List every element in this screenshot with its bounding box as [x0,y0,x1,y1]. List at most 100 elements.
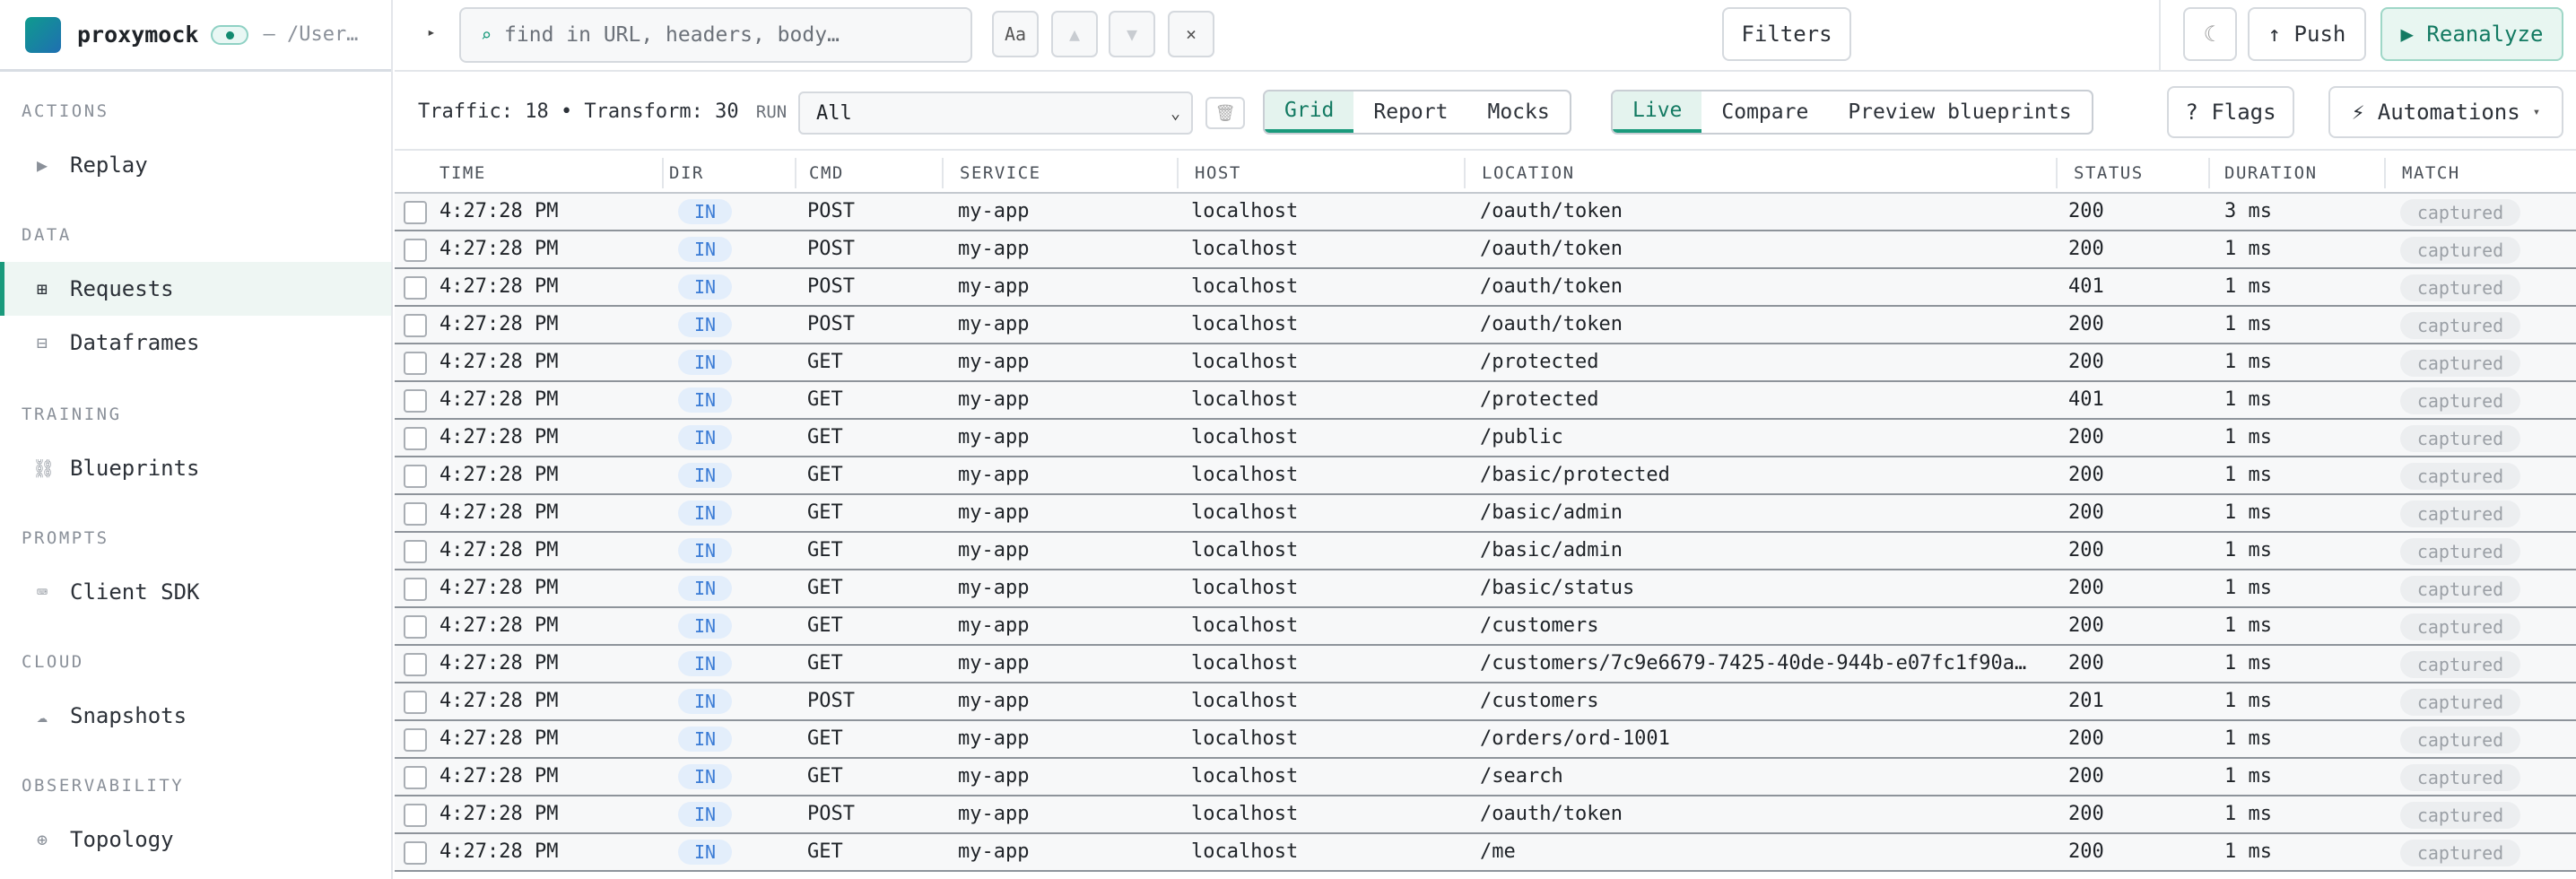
cell-service: my-app [958,765,1030,788]
cell-location: /protected [1480,388,1599,411]
cell-location: /search [1480,765,1563,788]
row-checkbox[interactable] [404,540,427,563]
prev-match-button[interactable]: ▲ [1051,11,1098,57]
push-button[interactable]: ↑ Push [2248,7,2366,61]
column-header-host[interactable]: HOST [1195,152,1241,194]
table-row[interactable]: 4:27:28 PM GET my-app localhost/protected 40… [395,382,2576,420]
reanalyze-button[interactable]: ▶ Reanalyze [2380,7,2563,61]
column-divider[interactable] [2384,158,2386,188]
theme-toggle-button[interactable]: ☾ [2183,7,2237,61]
run-select[interactable]: All ⌄ [798,91,1193,135]
column-divider[interactable] [1177,158,1179,188]
filters-button[interactable]: Filters [1722,7,1851,61]
column-header-match[interactable]: MATCH [2402,152,2460,194]
table-row[interactable]: 4:27:28 PM POST my-app localhost/oauth/toke… [395,307,2576,344]
column-header-status[interactable]: STATUS [2074,152,2144,194]
app-window: proxymock — /User… ACTIONS ▶ Replay DATA ⊞ Re… [0,0,2576,879]
row-checkbox[interactable] [404,465,427,488]
column-divider[interactable] [1464,158,1466,188]
match-badge: captured [2400,500,2520,527]
tab-grid[interactable]: Grid [1265,91,1354,133]
row-checkbox[interactable] [404,691,427,714]
cell-time: 4:27:28 PM [439,464,559,486]
column-header-cmd[interactable]: CMD [809,152,844,194]
cell-duration: 1 ms [2224,501,2272,524]
row-checkbox[interactable] [404,728,427,752]
sidebar-item-snapshots[interactable]: ☁ Snapshots [0,689,391,743]
table-row[interactable]: 4:27:28 PM GET my-app localhost/protected 20… [395,344,2576,382]
match-badge: captured [2400,764,2520,791]
row-checkbox[interactable] [404,239,427,262]
row-checkbox[interactable] [404,314,427,337]
column-header-location[interactable]: LOCATION [1482,152,1575,194]
column-header-time[interactable]: TIME [439,152,486,194]
row-checkbox[interactable] [404,276,427,300]
sidebar-item-client-sdk[interactable]: ⌨ Client SDK [0,565,391,619]
row-checkbox[interactable] [404,766,427,789]
tab-live[interactable]: Live [1613,91,1702,133]
row-checkbox[interactable] [404,841,427,865]
sidebar-item-topology[interactable]: ⊕ Topology [0,813,391,866]
column-divider[interactable] [942,158,944,188]
sidebar-item-requests[interactable]: ⊞ Requests [0,262,391,316]
row-checkbox[interactable] [404,615,427,639]
table-row[interactable]: 4:27:28 PM POST my-app localhost/customers 2… [395,683,2576,721]
sidebar-item-dataframes[interactable]: ⊟ Dataframes [0,316,391,370]
cell-host: localhost [1191,388,1299,411]
column-header-duration[interactable]: DURATION [2224,152,2318,194]
table-row[interactable]: 4:27:28 PM GET my-app localhost/orders/ord-… [395,721,2576,759]
table-row[interactable]: 4:27:28 PM GET my-app localhost/me 200 1 ms IN… [395,834,2576,872]
row-checkbox[interactable] [404,201,427,224]
status-toggle[interactable] [211,24,249,45]
row-checkbox[interactable] [404,804,427,827]
row-checkbox[interactable] [404,427,427,450]
delete-run-button[interactable]: 🗑 [1205,97,1245,129]
traffic-counts: Traffic: 18 • Transform: 30 [418,100,739,123]
cell-time: 4:27:28 PM [439,200,559,222]
table-row[interactable]: 4:27:28 PM GET my-app localhost/basic/admin… [395,495,2576,533]
row-checkbox[interactable] [404,578,427,601]
column-header-service[interactable]: SERVICE [960,152,1041,194]
table-row[interactable]: 4:27:28 PM GET my-app localhost/customers 20… [395,608,2576,646]
search-box[interactable]: ⌕ [459,7,972,63]
cell-host: localhost [1191,690,1299,712]
keyboard-icon: ⌨ [36,581,48,603]
table-row[interactable]: 4:27:28 PM POST my-app localhost/oauth/toke… [395,269,2576,307]
globe-icon: ⊕ [36,829,48,850]
table-row[interactable]: 4:27:28 PM POST my-app localhost/oauth/toke… [395,796,2576,834]
column-header-dir[interactable]: DIR [669,152,704,194]
clear-search-button[interactable]: × [1168,11,1214,57]
cell-time: 4:27:28 PM [439,426,559,448]
tab-mocks[interactable]: Mocks [1467,91,1569,133]
column-divider[interactable] [662,158,664,188]
table-row[interactable]: 4:27:28 PM GET my-app localhost/customers/7… [395,646,2576,683]
column-divider[interactable] [2056,158,2058,188]
table-row[interactable]: 4:27:28 PM GET my-app localhost/basic/admin… [395,533,2576,570]
table-row[interactable]: 4:27:28 PM GET my-app localhost/basic/statu… [395,570,2576,608]
table-row[interactable]: 4:27:28 PM GET my-app localhost/public 200 1 … [395,420,2576,457]
row-checkbox[interactable] [404,653,427,676]
expand-caret-icon[interactable]: ▸ [427,23,436,40]
next-match-button[interactable]: ▼ [1109,11,1155,57]
tab-preview-blueprints[interactable]: Preview blueprints [1828,91,2091,133]
automations-button[interactable]: ⚡ Automations ▾ [2328,86,2563,138]
match-case-button[interactable]: Aa [992,11,1039,57]
sidebar-item-replay[interactable]: ▶ Replay [0,138,391,192]
row-checkbox[interactable] [404,352,427,375]
tab-report[interactable]: Report [1353,91,1467,133]
table-row[interactable]: 4:27:28 PM POST my-app localhost/oauth/toke… [395,194,2576,231]
cell-service: my-app [958,614,1030,637]
cell-duration: 1 ms [2224,614,2272,637]
table-row[interactable]: 4:27:28 PM POST my-app localhost/oauth/toke… [395,231,2576,269]
table-row[interactable]: 4:27:28 PM GET my-app localhost/basic/prote… [395,457,2576,495]
flags-button[interactable]: ? Flags [2167,86,2294,138]
row-checkbox[interactable] [404,502,427,526]
table-row[interactable]: 4:27:28 PM GET my-app localhost/search 200 1 … [395,759,2576,796]
sidebar-item-blueprints[interactable]: ⛓ Blueprints [0,441,391,495]
row-checkbox[interactable] [404,389,427,413]
tab-compare[interactable]: Compare [1701,91,1828,133]
cell-status: 200 [2068,539,2104,561]
search-input[interactable] [504,23,953,47]
column-divider[interactable] [795,158,796,188]
column-divider[interactable] [2208,158,2210,188]
